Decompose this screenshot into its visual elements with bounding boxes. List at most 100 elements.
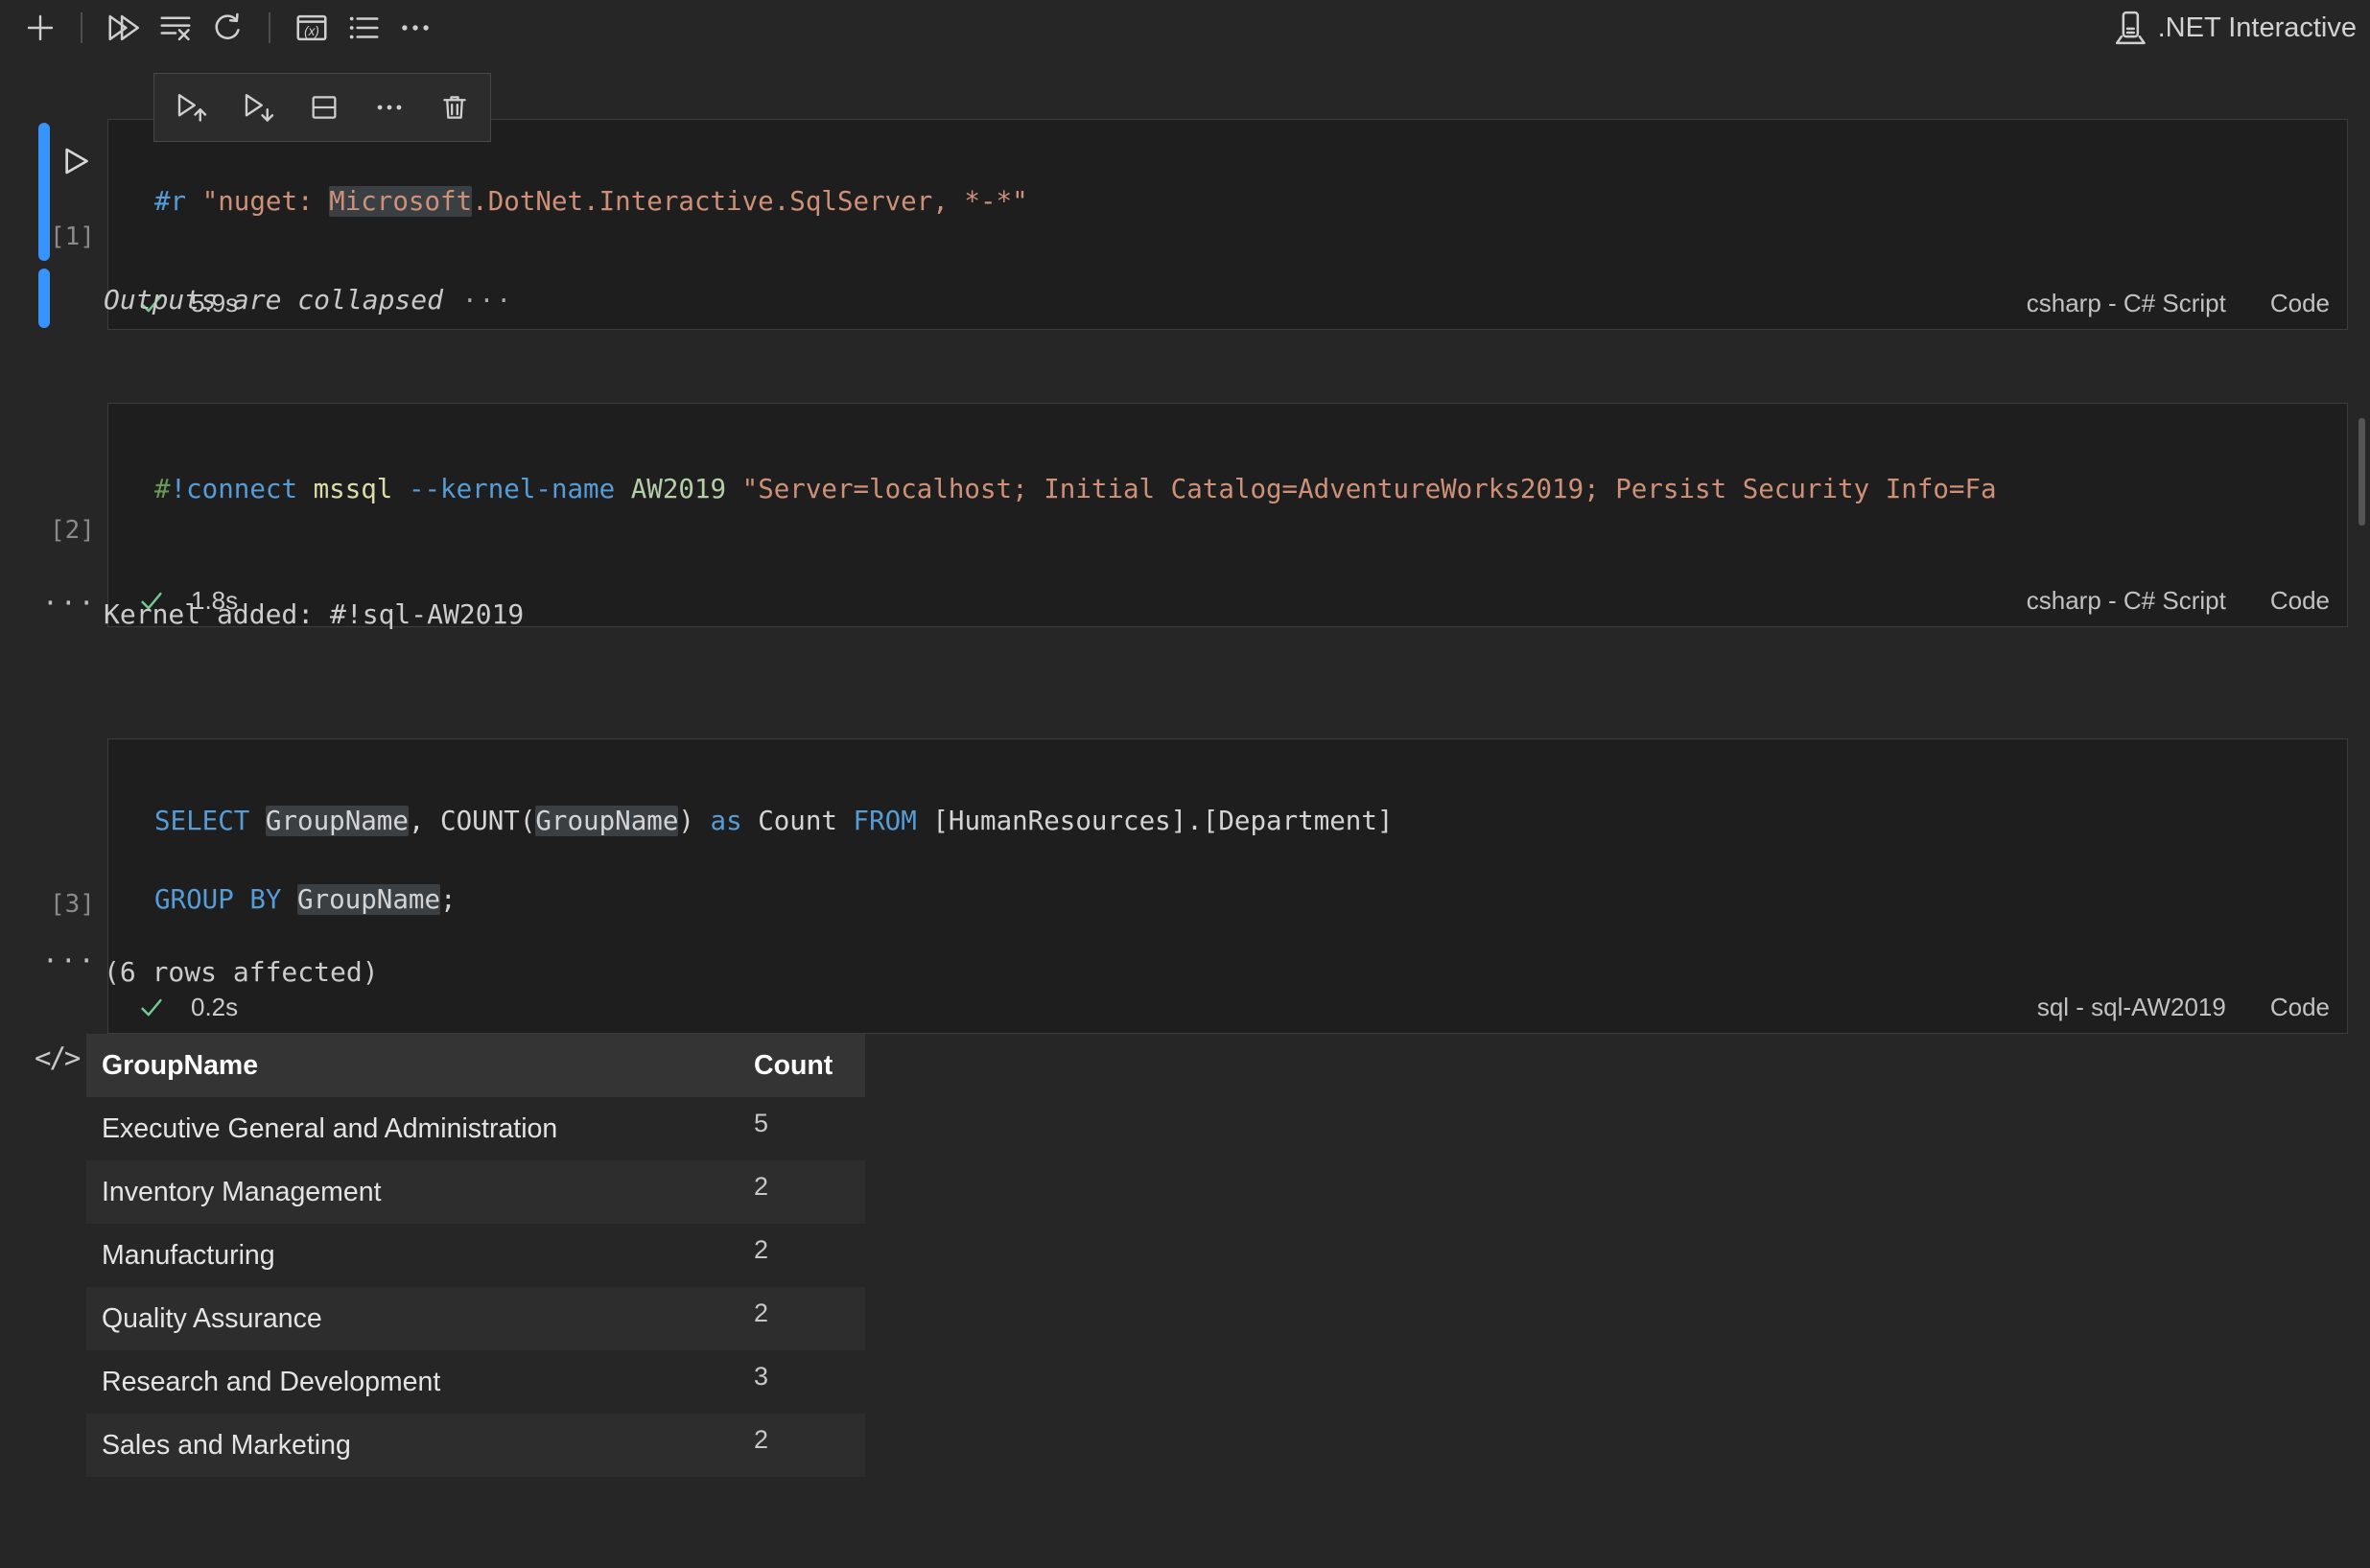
cell-kind-picker[interactable]: Code bbox=[2270, 289, 2330, 318]
code-token bbox=[392, 474, 409, 504]
run-all-icon bbox=[106, 10, 142, 46]
group-name-cell: Inventory Management bbox=[86, 1160, 739, 1224]
run-below-icon bbox=[241, 90, 275, 125]
restart-icon bbox=[209, 10, 246, 46]
code-token: ; bbox=[440, 884, 457, 915]
count-cell: 3 bbox=[739, 1350, 865, 1414]
clear-all-outputs-icon bbox=[157, 10, 194, 46]
more-icon bbox=[397, 10, 434, 46]
code-token: GroupName bbox=[297, 884, 440, 915]
notebook-cell-2: #!connect mssql --kernel-name AW2019 "Se… bbox=[107, 403, 2348, 627]
table-header: GroupNameCount bbox=[86, 1034, 865, 1097]
run-cell-button[interactable] bbox=[56, 142, 94, 180]
more-icon bbox=[373, 91, 406, 124]
kernel-added-output: Kernel added: #!sql-AW2019 bbox=[104, 598, 524, 630]
language-picker[interactable]: csharp - C# Script bbox=[2027, 586, 2226, 616]
output-collapse-toggle[interactable]: ··· bbox=[42, 587, 97, 619]
group-name-cell: Sales and Marketing bbox=[86, 1414, 739, 1477]
run-all-button[interactable] bbox=[106, 10, 142, 46]
code-token: GroupName bbox=[266, 806, 409, 836]
code-token: GROUP BY bbox=[154, 884, 281, 915]
table-row: Sales and Marketing2 bbox=[86, 1414, 865, 1477]
output-collapse-toggle[interactable]: ··· bbox=[42, 945, 97, 976]
code-editor[interactable]: #r "nuget: Microsoft.DotNet.Interactive.… bbox=[108, 120, 2347, 277]
group-name-cell: Manufacturing bbox=[86, 1224, 739, 1287]
group-name-cell: Quality Assurance bbox=[86, 1287, 739, 1350]
code-token bbox=[249, 806, 266, 836]
language-picker[interactable]: sql - sql-AW2019 bbox=[2037, 993, 2226, 1022]
outline-button[interactable] bbox=[345, 10, 382, 46]
run-above-button[interactable] bbox=[174, 90, 208, 125]
count-cell: 5 bbox=[739, 1097, 865, 1160]
split-cell-button[interactable] bbox=[308, 91, 340, 124]
cell-focus-bar bbox=[38, 123, 50, 261]
execution-order-label: [3] bbox=[50, 890, 95, 919]
toolbar-divider bbox=[81, 12, 82, 43]
clear-all-outputs-button[interactable] bbox=[157, 10, 194, 46]
kernel-label: .NET Interactive bbox=[2158, 12, 2357, 44]
notebook-cell-3: SELECT GroupName, COUNT(GroupName) as Co… bbox=[107, 738, 2348, 1034]
play-icon bbox=[56, 142, 94, 180]
group-name-cell: Research and Development bbox=[86, 1350, 739, 1414]
code-token: # bbox=[154, 474, 171, 504]
code-token: AW2019 bbox=[631, 474, 726, 504]
cell-kind-picker[interactable]: Code bbox=[2270, 993, 2330, 1022]
table-row: Manufacturing2 bbox=[86, 1224, 865, 1287]
svg-text:(x): (x) bbox=[304, 24, 319, 38]
execution-time: 0.2s bbox=[191, 993, 238, 1022]
code-token bbox=[186, 186, 202, 217]
code-token bbox=[281, 884, 297, 915]
table-row: Quality Assurance2 bbox=[86, 1287, 865, 1350]
output-mime-switcher-icon[interactable]: </> bbox=[35, 1041, 79, 1074]
kernel-picker[interactable]: .NET Interactive bbox=[2108, 9, 2357, 47]
code-token: Count bbox=[742, 806, 854, 836]
run-above-icon bbox=[174, 90, 208, 125]
restart-kernel-button[interactable] bbox=[209, 10, 246, 46]
output-more-icon[interactable]: ··· bbox=[462, 287, 513, 316]
variables-button[interactable]: (x) bbox=[293, 10, 330, 46]
collapsed-output-note[interactable]: Outputs are collapsed ··· bbox=[104, 284, 513, 316]
cell-status-bar: 0.2s sql - sql-AW2019 Code bbox=[108, 981, 2347, 1033]
code-editor[interactable]: #!connect mssql --kernel-name AW2019 "Se… bbox=[108, 404, 2347, 574]
notebook-toolbar: (x) .NET Interactive bbox=[0, 0, 2370, 56]
add-icon bbox=[23, 11, 58, 45]
code-token: SELECT bbox=[154, 806, 249, 836]
code-token: #r bbox=[154, 186, 186, 217]
language-picker[interactable]: csharp - C# Script bbox=[2027, 289, 2226, 318]
cell-hover-toolbar bbox=[153, 73, 491, 142]
code-token: ) bbox=[678, 806, 710, 836]
add-cell-button[interactable] bbox=[23, 11, 58, 45]
code-token: FROM bbox=[854, 806, 917, 836]
code-token: GroupName bbox=[535, 806, 678, 836]
table-row: Executive General and Administration5 bbox=[86, 1097, 865, 1160]
code-editor[interactable]: SELECT GroupName, COUNT(GroupName) as Co… bbox=[108, 739, 2347, 981]
table-row: Inventory Management2 bbox=[86, 1160, 865, 1224]
more-actions-button[interactable] bbox=[397, 10, 434, 46]
code-token: !connect bbox=[171, 474, 297, 504]
list-icon bbox=[345, 10, 382, 46]
cell-kind-picker[interactable]: Code bbox=[2270, 586, 2330, 616]
table-column-header: Count bbox=[739, 1034, 865, 1097]
code-token bbox=[726, 474, 742, 504]
cell-more-actions-button[interactable] bbox=[373, 91, 406, 124]
group-name-cell: Executive General and Administration bbox=[86, 1097, 739, 1160]
editor-scrollbar[interactable] bbox=[2358, 418, 2365, 526]
dotnet-interactive-kernel-icon bbox=[2108, 9, 2147, 47]
variables-icon: (x) bbox=[293, 10, 330, 46]
code-token bbox=[615, 474, 631, 504]
count-cell: 2 bbox=[739, 1160, 865, 1224]
code-token: --kernel-name bbox=[409, 474, 615, 504]
execution-order-label: [1] bbox=[50, 222, 95, 251]
code-line: GROUP BY GroupName; bbox=[154, 878, 2347, 922]
collapsed-output-text: Outputs are collapsed bbox=[104, 284, 443, 316]
delete-cell-button[interactable] bbox=[438, 91, 471, 124]
execution-order-label: [2] bbox=[50, 516, 95, 545]
output-focus-bar bbox=[38, 269, 50, 328]
run-below-button[interactable] bbox=[241, 90, 275, 125]
count-cell: 2 bbox=[739, 1224, 865, 1287]
rows-affected-output: (6 rows affected) bbox=[104, 956, 379, 988]
trash-icon bbox=[438, 91, 471, 124]
table-column-header: GroupName bbox=[86, 1034, 739, 1097]
code-token bbox=[297, 474, 314, 504]
code-token: as bbox=[711, 806, 742, 836]
